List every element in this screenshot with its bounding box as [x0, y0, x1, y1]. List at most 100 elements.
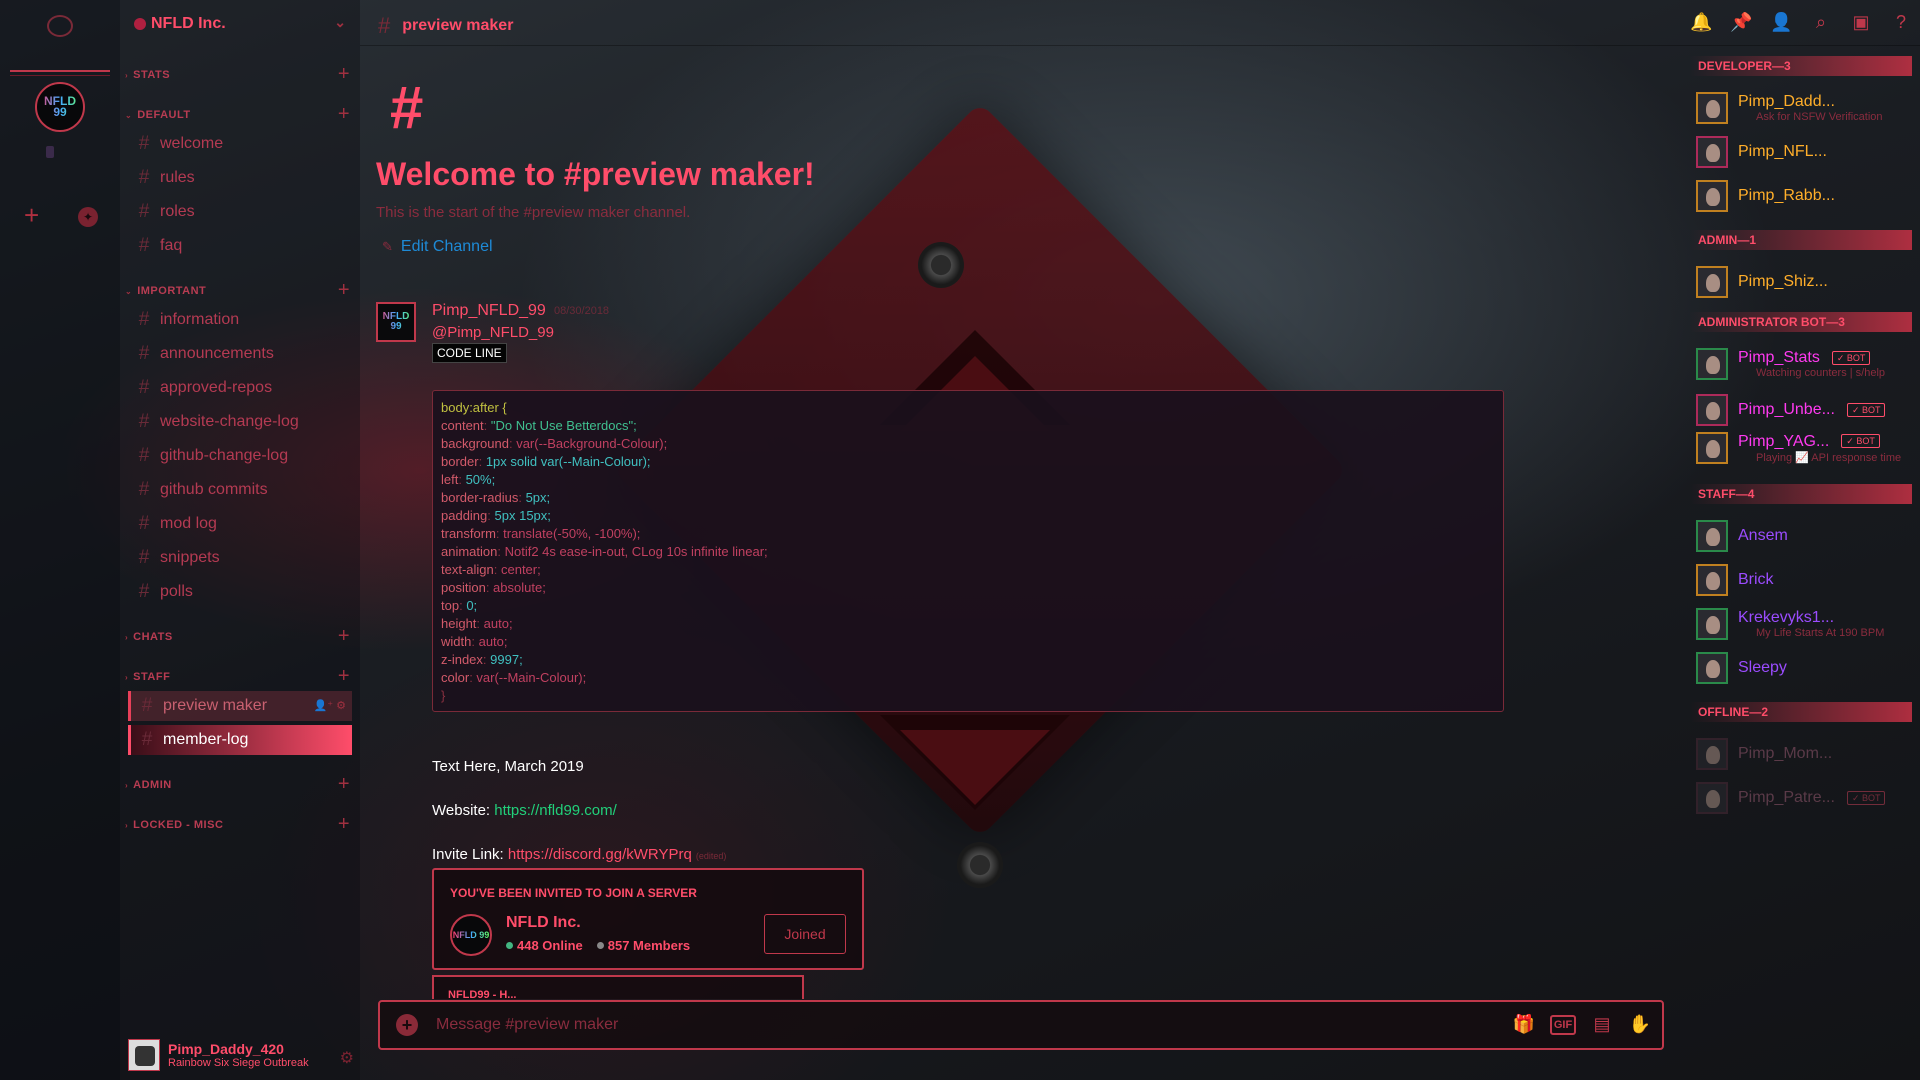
member-item[interactable]: Ansem: [1696, 516, 1918, 556]
member-item[interactable]: Pimp_Unbe... ✓ BOT: [1696, 390, 1918, 430]
message-input[interactable]: Message #preview maker: [436, 1016, 618, 1034]
category-chats[interactable]: › CHATS +: [120, 625, 360, 648]
add-channel-icon[interactable]: +: [338, 813, 350, 836]
add-channel-icon[interactable]: +: [338, 63, 350, 86]
member-item[interactable]: Pimp_Dadd... Ask for NSFW Verification: [1696, 88, 1918, 128]
gift-icon[interactable]: 🎁: [1512, 1014, 1536, 1035]
text-channel-icon: #: [138, 201, 150, 222]
category-stats[interactable]: › STATS +: [120, 63, 360, 86]
chevron-down-icon: ⌄: [125, 286, 133, 296]
avatar: [1696, 608, 1728, 640]
text-channel-icon: #: [138, 581, 150, 602]
member-item[interactable]: Brick: [1696, 560, 1918, 600]
channel-rules[interactable]: # rules: [128, 163, 352, 193]
member-item[interactable]: Pimp_Shiz...: [1696, 262, 1918, 302]
website-line: Website: https://nfld99.com/: [432, 802, 617, 819]
add-server-icon[interactable]: +: [24, 200, 39, 231]
member-item[interactable]: Pimp_Patre... ✓ BOT: [1696, 778, 1918, 818]
server-list-divider: [10, 70, 110, 72]
message-author[interactable]: Pimp_NFLD_99: [432, 302, 546, 320]
code-line: content: "Do Not Use Betterdocs";: [441, 418, 637, 433]
invite-link[interactable]: https://discord.gg/kWRYPrq: [508, 846, 692, 863]
member-item[interactable]: Pimp_NFL...: [1696, 132, 1918, 172]
channel-member-log[interactable]: # member-log: [128, 725, 352, 755]
search-icon[interactable]: ⌕: [1810, 12, 1832, 33]
avatar[interactable]: [128, 1039, 160, 1071]
channel-information[interactable]: # information: [128, 305, 352, 335]
channel-welcome[interactable]: # welcome: [128, 129, 352, 159]
member-item[interactable]: Sleepy: [1696, 648, 1918, 688]
gif-icon[interactable]: GIF: [1550, 1015, 1576, 1035]
bell-icon[interactable]: 🔔: [1690, 12, 1712, 33]
add-channel-icon[interactable]: +: [338, 665, 350, 688]
sticker-icon[interactable]: ▤: [1590, 1014, 1614, 1035]
chevron-right-icon: ›: [125, 70, 129, 80]
edit-channel-link[interactable]: ✎ Edit Channel: [382, 238, 493, 256]
chevron-right-icon: ›: [125, 780, 129, 790]
channel-github-commits[interactable]: # github commits: [128, 475, 352, 505]
embed-peek: NFLD99 - H...: [432, 975, 804, 1001]
invite-embed: YOU'VE BEEN INVITED TO JOIN A SERVER NFL…: [432, 868, 864, 970]
member-item[interactable]: Pimp_Mom...: [1696, 734, 1918, 774]
member-item[interactable]: Pimp_Stats ✓ BOT Watching counters | s/hel…: [1696, 344, 1918, 384]
member-item[interactable]: Pimp_YAG... ✓ BOT Playing 📈 API response t…: [1696, 428, 1918, 468]
category-staff[interactable]: › STAFF +: [120, 665, 360, 688]
server-name: NFLD Inc.: [151, 15, 226, 32]
avatar[interactable]: NFLD 99: [376, 302, 416, 342]
upload-plus-icon[interactable]: +: [396, 1014, 418, 1036]
code-close: }: [441, 688, 446, 703]
avatar: [1696, 782, 1728, 814]
text-channel-icon: #: [141, 695, 153, 716]
channel-roles[interactable]: # roles: [128, 197, 352, 227]
member-category-staff: STAFF—4: [1690, 484, 1912, 504]
server-icon-nfld[interactable]: NFLD 99: [35, 82, 85, 132]
avatar: [1696, 348, 1728, 380]
explore-servers-icon[interactable]: ✦: [78, 207, 98, 227]
background-sign-triangle-inner: [900, 730, 1050, 805]
welcome-hash-icon: #: [390, 74, 424, 141]
chevron-down-icon[interactable]: ⌄: [334, 14, 346, 31]
channel-preview-maker[interactable]: # preview maker 👤⁺ ⚙: [128, 691, 352, 721]
channel-snippets[interactable]: # snippets: [128, 543, 352, 573]
avatar: [1696, 136, 1728, 168]
members-icon[interactable]: 👤: [1770, 12, 1792, 33]
website-link[interactable]: https://nfld99.com/: [494, 802, 617, 819]
gear-icon[interactable]: ⚙: [340, 1048, 354, 1068]
category-default[interactable]: ⌄ DEFAULT +: [120, 103, 360, 126]
member-item[interactable]: Pimp_Rabb...: [1696, 176, 1918, 216]
avatar: [1696, 92, 1728, 124]
text-channel-icon: #: [138, 133, 150, 154]
emoji-icon[interactable]: ✋: [1628, 1014, 1652, 1035]
member-item[interactable]: Krekevyks1... My Life Starts At 190 BPM: [1696, 604, 1918, 644]
channel-faq[interactable]: # faq: [128, 231, 352, 261]
welcome-title: Welcome to #preview maker!: [376, 156, 815, 192]
channel-website-change-log[interactable]: # website-change-log: [128, 407, 352, 437]
direct-messages-icon[interactable]: [47, 15, 73, 37]
chevron-right-icon: ›: [125, 820, 129, 830]
channel-github-change-log[interactable]: # github-change-log: [128, 441, 352, 471]
category-admin[interactable]: › ADMIN +: [120, 773, 360, 796]
avatar: [1696, 266, 1728, 298]
channel-mod-log[interactable]: # mod log: [128, 509, 352, 539]
channel-approved-repos[interactable]: # approved-repos: [128, 373, 352, 403]
channel-header: # preview maker 🔔 📌 👤 ⌕ ▣ ?: [360, 0, 1920, 46]
code-selector: body:after {: [441, 400, 507, 415]
add-channel-icon[interactable]: +: [338, 103, 350, 126]
avatar: [1696, 180, 1728, 212]
channel-announcements[interactable]: # announcements: [128, 339, 352, 369]
text-channel-icon: #: [138, 547, 150, 568]
user-mention[interactable]: @Pimp_NFLD_99: [432, 324, 554, 341]
channel-polls[interactable]: # polls: [128, 577, 352, 607]
help-icon[interactable]: ?: [1890, 12, 1912, 33]
welcome-subtitle: This is the start of the #preview maker …: [376, 204, 691, 221]
add-channel-icon[interactable]: +: [338, 625, 350, 648]
add-channel-icon[interactable]: +: [338, 279, 350, 302]
channel-settings-icons[interactable]: 👤⁺ ⚙: [314, 699, 346, 712]
category-locked-misc[interactable]: › LOCKED - MISC +: [120, 813, 360, 836]
category-important[interactable]: ⌄ IMPORTANT +: [120, 279, 360, 302]
joined-button[interactable]: Joined: [764, 914, 846, 954]
server-header[interactable]: NFLD Inc. ⌄: [134, 12, 354, 36]
inbox-icon[interactable]: ▣: [1850, 12, 1872, 33]
add-channel-icon[interactable]: +: [338, 773, 350, 796]
pin-icon[interactable]: 📌: [1730, 12, 1752, 33]
